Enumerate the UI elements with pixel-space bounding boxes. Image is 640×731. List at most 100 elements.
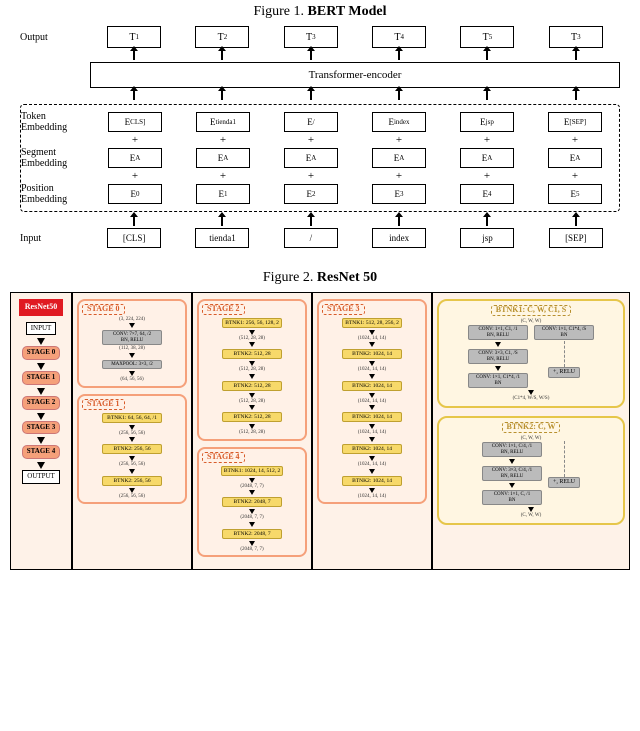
arrow-icon [575, 216, 577, 226]
stage-1-title: STAGE 1 [82, 399, 125, 410]
row-label-segment: Segment Embedding [21, 147, 91, 169]
arrow-down-icon [129, 469, 135, 474]
seg-e-1: EA [108, 148, 162, 168]
stage-4-s3: (2048, 7, 7) [240, 547, 263, 553]
figure-1-caption: Figure 1. BERT Model [20, 4, 620, 20]
stage-2-b4: BTNK2: 512, 28 [222, 412, 282, 422]
arrow-icon [310, 50, 312, 60]
pos-e-6: E5 [548, 184, 602, 204]
plus-icon: + [531, 169, 619, 183]
arrow-down-icon [369, 374, 375, 379]
arrow-down-icon [249, 541, 255, 546]
arrow-down-icon [369, 393, 375, 398]
stage-3-s4: (1024, 14, 14) [358, 430, 386, 436]
plus-icon: + [91, 169, 179, 183]
arrow-down-icon [129, 323, 135, 328]
arrow-down-icon [369, 488, 375, 493]
stage-3-s6: (1024, 14, 14) [358, 494, 386, 500]
arrow-down-icon [37, 437, 45, 444]
btnk1-l1: CONV: 3×3, C1, /S BN, RELU [468, 349, 528, 364]
plus-icon: + [267, 133, 355, 147]
stages-col-1: STAGE 0 (3, 224, 224) CONV: 7×7, 64, /2 … [73, 293, 193, 569]
arrow-down-icon [249, 478, 255, 483]
arrow-icon [221, 90, 223, 100]
btnk2-plus: +, RELU [548, 477, 580, 488]
arrow-icon [221, 50, 223, 60]
pipeline-stage-0: STAGE 0 [22, 346, 60, 360]
plus-icon: + [179, 133, 267, 147]
arrow-icon [310, 90, 312, 100]
arrow-down-icon [249, 330, 255, 335]
btnk1-plus: +, RELU [548, 367, 580, 378]
out-box-3: T3 [284, 26, 338, 48]
stage-3-b3: BTNK2: 1024, 14 [342, 381, 402, 391]
arrow-down-icon [129, 371, 135, 376]
arrow-down-icon [129, 353, 135, 358]
plus-icon: + [355, 133, 443, 147]
btnk1-l2: CONV: 1×1, C1*4, /1 BN [468, 373, 528, 388]
stage-0-shape1: (112, 38, 28) [119, 346, 145, 352]
token-e-4: Eindex [372, 112, 426, 132]
stage-4-s2: (2048, 7, 7) [240, 515, 263, 521]
pipeline-stage-2: STAGE 2 [22, 396, 60, 410]
stage-0-title: STAGE 0 [82, 304, 125, 315]
stage-3-s1: (1024, 14, 14) [358, 336, 386, 342]
resnet50-badge: ResNet50 [19, 299, 63, 316]
token-e-2: Etienda1 [196, 112, 250, 132]
pos-e-1: E0 [108, 184, 162, 204]
pipeline-output: OUTPUT [22, 470, 60, 484]
stage-3-b1: BTNK1: 512, 28, 256, 2 [342, 318, 402, 328]
fig2-body: ResNet50 INPUT STAGE 0 STAGE 1 STAGE 2 S… [10, 292, 630, 570]
btnk1-title: BTNK1: C, W, C1, S [491, 305, 571, 316]
stage-0-conv: CONV: 7×7, 64, /2 BN, RELU [102, 330, 162, 345]
figure-1: Figure 1. BERT Model Output T1 T2 T3 T4 … [0, 0, 640, 260]
fig2-caption-bold: ResNet 50 [317, 270, 377, 285]
seg-e-5: EA [460, 148, 514, 168]
input-box-1: [CLS] [107, 228, 161, 248]
arrow-down-icon [37, 462, 45, 469]
fig2-caption-prefix: Figure 2. [263, 270, 317, 285]
arrow-down-icon [37, 338, 45, 345]
input-box-6: [SEP] [549, 228, 603, 248]
stage-2-s1: (512, 28, 28) [239, 336, 265, 342]
plus-icon: + [443, 169, 531, 183]
row-label-position: Position Embedding [21, 183, 91, 205]
arrow-icon [133, 50, 135, 60]
stage-1-s3: (256, 56, 56) [119, 494, 145, 500]
stage-0-card: STAGE 0 (3, 224, 224) CONV: 7×7, 64, /2 … [77, 299, 187, 388]
row-label-output: Output [20, 32, 90, 43]
stage-4-s1: (2048, 7, 7) [240, 484, 263, 490]
pipeline-column: ResNet50 INPUT STAGE 0 STAGE 1 STAGE 2 S… [11, 293, 73, 569]
arrow-down-icon [249, 342, 255, 347]
stage-4-card: STAGE 4 BTNK1: 1024, 14, 512, 2 (2048, 7… [197, 447, 307, 557]
arrow-icon [398, 50, 400, 60]
seg-e-2: EA [196, 148, 250, 168]
arrow-down-icon [528, 507, 534, 512]
pipeline-input: INPUT [26, 322, 57, 336]
arrow-down-icon [495, 366, 501, 371]
stage-0-in: (3, 224, 224) [119, 317, 145, 323]
arrow-down-icon [495, 342, 501, 347]
btnk1-card: BTNK1: C, W, C1, S (C, W, W) CONV: 1×1, … [437, 299, 625, 408]
stage-2-card: STAGE 2 BTNK1: 256, 56, 128, 2 (512, 28,… [197, 299, 307, 441]
pipeline-stage-1: STAGE 1 [22, 371, 60, 385]
fig1-caption-prefix: Figure 1. [253, 4, 307, 19]
pos-e-3: E2 [284, 184, 338, 204]
arrow-down-icon [129, 425, 135, 430]
stage-4-b2: BTNK2: 2048, 7 [222, 497, 282, 507]
stage-1-b3: BTNK2: 256, 56 [102, 476, 162, 486]
stage-4-title: STAGE 4 [202, 452, 245, 463]
stage-3-b6: BTNK2: 1024, 14 [342, 476, 402, 486]
seg-e-3: EA [284, 148, 338, 168]
stage-0-out: (64, 56, 56) [120, 377, 143, 383]
btnk2-l0: CONV: 1×1, C/4, /1 BN, RELU [482, 442, 542, 457]
arrow-icon [486, 50, 488, 60]
plus-icon: + [179, 169, 267, 183]
btnk1-l0: CONV: 1×1, C1, /1 BN, RELU [468, 325, 528, 340]
arrow-down-icon [249, 522, 255, 527]
btnk2-l2: CONV: 1×1, C, /1 BN [482, 490, 542, 505]
figure-2: Figure 2. ResNet 50 ResNet50 INPUT STAGE… [0, 260, 640, 574]
token-e-1: ECLS] [108, 112, 162, 132]
pipeline-stage-4: STAGE 4 [22, 445, 60, 459]
arrow-icon [575, 90, 577, 100]
